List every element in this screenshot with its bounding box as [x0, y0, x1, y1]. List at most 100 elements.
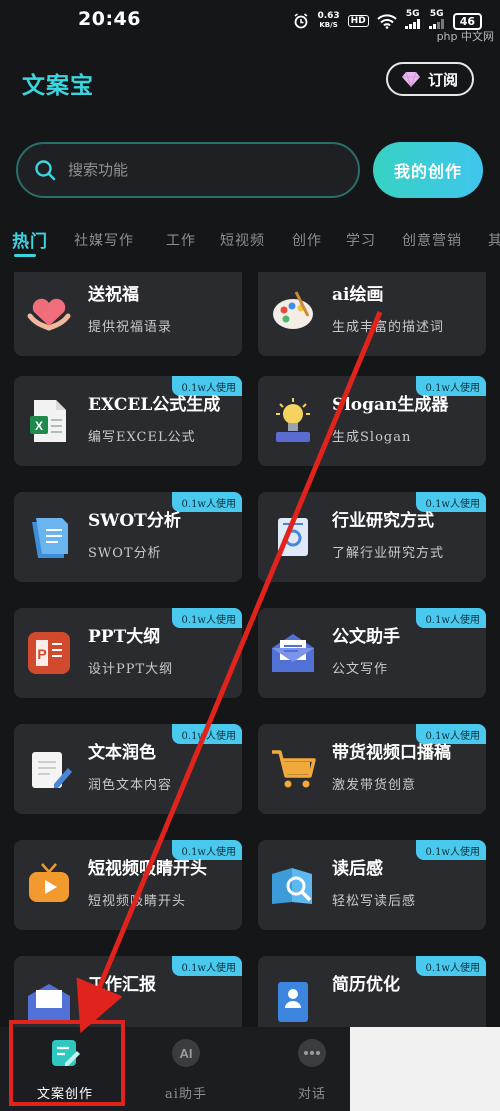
card-desc: 润色文本内容	[88, 778, 173, 793]
pen-paper-icon	[32, 752, 72, 788]
speed-value: 0.63	[317, 11, 340, 21]
card-official-doc-assistant[interactable]: 0.1w人使用 公文助手 公文写作	[258, 608, 486, 698]
card-swot-analysis[interactable]: 0.1w人使用 SWOT分析 SWOT分析	[14, 492, 242, 582]
search-icon	[35, 160, 56, 181]
nav-label: 文案创作	[36, 1087, 93, 1102]
card-resume-optimization[interactable]: 0.1w人使用 简历优化	[258, 956, 486, 1027]
report-icon	[278, 518, 308, 556]
ppt-icon: P	[28, 632, 70, 674]
my-creation-button[interactable]: 我的创作	[373, 142, 483, 198]
usage-badge: 0.1w人使用	[415, 840, 486, 860]
usage-badge: 0.1w人使用	[415, 956, 486, 976]
usage-badge: 0.1w人使用	[415, 608, 486, 628]
card-title: ai绘画	[332, 285, 384, 305]
card-desc: 生成Slogan	[332, 430, 412, 445]
card-book-review[interactable]: 0.1w人使用 读后感 轻松写读后感	[258, 840, 486, 930]
tab-underline	[14, 254, 36, 257]
watermark: php 中文网	[436, 30, 494, 43]
card-desc: SWOT分析	[88, 546, 162, 561]
subscribe-label: 订阅	[427, 70, 458, 89]
app-title: 文案宝	[22, 73, 94, 99]
card-title: EXCEL公式生成	[88, 395, 221, 415]
card-desc: 公文写作	[332, 662, 389, 677]
nav-ai-assistant[interactable]: AI ai助手	[126, 1027, 246, 1111]
card-slogan-generator[interactable]: 0.1w人使用 Slogan生成器 生成Slogan	[258, 376, 486, 466]
card-industry-research[interactable]: 0.1w人使用 行业研究方式 了解行业研究方式	[258, 492, 486, 582]
card-desc: 设计PPT大纲	[88, 662, 174, 677]
card-desc: 提供祝福语录	[88, 320, 173, 335]
usage-badge: 0.1w人使用	[171, 608, 242, 628]
card-live-commerce-script[interactable]: 0.1w人使用 带货视频口播稿 激发带货创意	[258, 724, 486, 814]
signal-5g-1: 5G	[404, 9, 421, 32]
card-title: 带货视频口播稿	[332, 743, 451, 763]
svg-text:X: X	[35, 419, 43, 433]
card-ai-painting[interactable]: ai绘画 生成丰富的描述词	[258, 272, 486, 356]
nav-copywriting[interactable]: 文案创作	[5, 1027, 125, 1111]
card-desc: 轻松写读后感	[332, 894, 417, 909]
signal-label-2: 5G	[429, 9, 444, 19]
svg-text:AI: AI	[180, 1046, 193, 1061]
card-title: 公文助手	[332, 627, 400, 647]
search-row: 我的创作	[0, 142, 500, 202]
card-desc: 激发带货创意	[332, 778, 417, 793]
card-title: PPT大纲	[88, 627, 161, 647]
search-box[interactable]	[16, 142, 360, 198]
tab-creative-marketing[interactable]: 创意营销	[402, 230, 462, 250]
card-send-blessing[interactable]: 送祝福 提供祝福语录	[14, 272, 242, 356]
card-title: Slogan生成器	[332, 395, 449, 415]
document-icon	[32, 518, 68, 558]
tab-more[interactable]: 其	[488, 230, 500, 250]
tab-short-video[interactable]: 短视频	[220, 230, 265, 250]
network-speed: 0.63 KB/S	[317, 12, 339, 30]
tab-creation[interactable]: 创作	[292, 230, 322, 250]
card-desc: 编写EXCEL公式	[88, 430, 196, 445]
header: 文案宝 订阅	[0, 44, 500, 114]
svg-text:P: P	[37, 646, 46, 662]
battery-icon: 46	[452, 12, 482, 30]
usage-badge: 0.1w人使用	[171, 956, 242, 976]
card-desc: 了解行业研究方式	[332, 546, 445, 561]
lightbulb-icon	[276, 398, 310, 442]
alarm-icon	[294, 13, 308, 29]
card-title: 读后感	[332, 859, 383, 879]
card-ppt-outline[interactable]: 0.1w人使用 P PPT大纲 设计PPT大纲	[14, 608, 242, 698]
nav-label: ai助手	[165, 1087, 207, 1102]
cart-icon	[272, 750, 316, 788]
tab-social-writing[interactable]: 社媒写作	[74, 230, 134, 250]
ai-icon: AI	[172, 1039, 200, 1067]
tv-play-icon	[29, 863, 69, 902]
resume-icon	[278, 982, 308, 1022]
tab-work[interactable]: 工作	[166, 230, 196, 250]
edit-doc-icon	[52, 1040, 80, 1066]
light-strip	[350, 1027, 500, 1111]
card-title: 送祝福	[88, 285, 139, 305]
card-work-report[interactable]: 0.1w人使用 工作汇报	[14, 956, 242, 1027]
usage-badge: 0.1w人使用	[171, 724, 242, 744]
usage-badge: 0.1w人使用	[171, 492, 242, 512]
card-text-polish[interactable]: 0.1w人使用 文本润色 润色文本内容	[14, 724, 242, 814]
diamond-icon	[401, 71, 420, 87]
status-time: 20:46	[78, 8, 141, 30]
subscribe-button[interactable]: 订阅	[386, 62, 474, 96]
envelope-icon	[272, 634, 314, 672]
book-search-icon	[272, 868, 312, 904]
card-title: 工作汇报	[88, 975, 156, 995]
heart-gift-icon	[27, 298, 71, 331]
excel-icon: X	[30, 400, 66, 442]
card-title: 行业研究方式	[332, 511, 434, 531]
tab-study[interactable]: 学习	[346, 230, 376, 250]
category-tabs: 热门 社媒写作 工作 短视频 创作 学习 创意营销 其	[0, 226, 500, 260]
hd-icon: HD	[347, 15, 369, 27]
speed-unit: KB/S	[319, 21, 338, 29]
card-short-video-hook[interactable]: 0.1w人使用 短视频吸睛开头 短视频吸睛开头	[14, 840, 242, 930]
mail-report-icon	[28, 984, 70, 1020]
signal-label-1: 5G	[405, 9, 420, 19]
wifi-icon	[376, 13, 397, 29]
search-input[interactable]	[66, 160, 310, 180]
card-title: 短视频吸睛开头	[88, 859, 207, 879]
card-excel-formula[interactable]: 0.1w人使用 X EXCEL公式生成 编写EXCEL公式	[14, 376, 242, 466]
paint-palette-icon	[273, 291, 313, 329]
status-bar: 20:46 0.63 KB/S HD 5G 5G 46 php 中文网	[0, 0, 500, 44]
feature-grid: 送祝福 提供祝福语录 ai绘画 生成丰富的描述词 0.1w人使用 X EXCEL…	[0, 272, 500, 1027]
tab-hot[interactable]: 热门	[12, 227, 48, 252]
